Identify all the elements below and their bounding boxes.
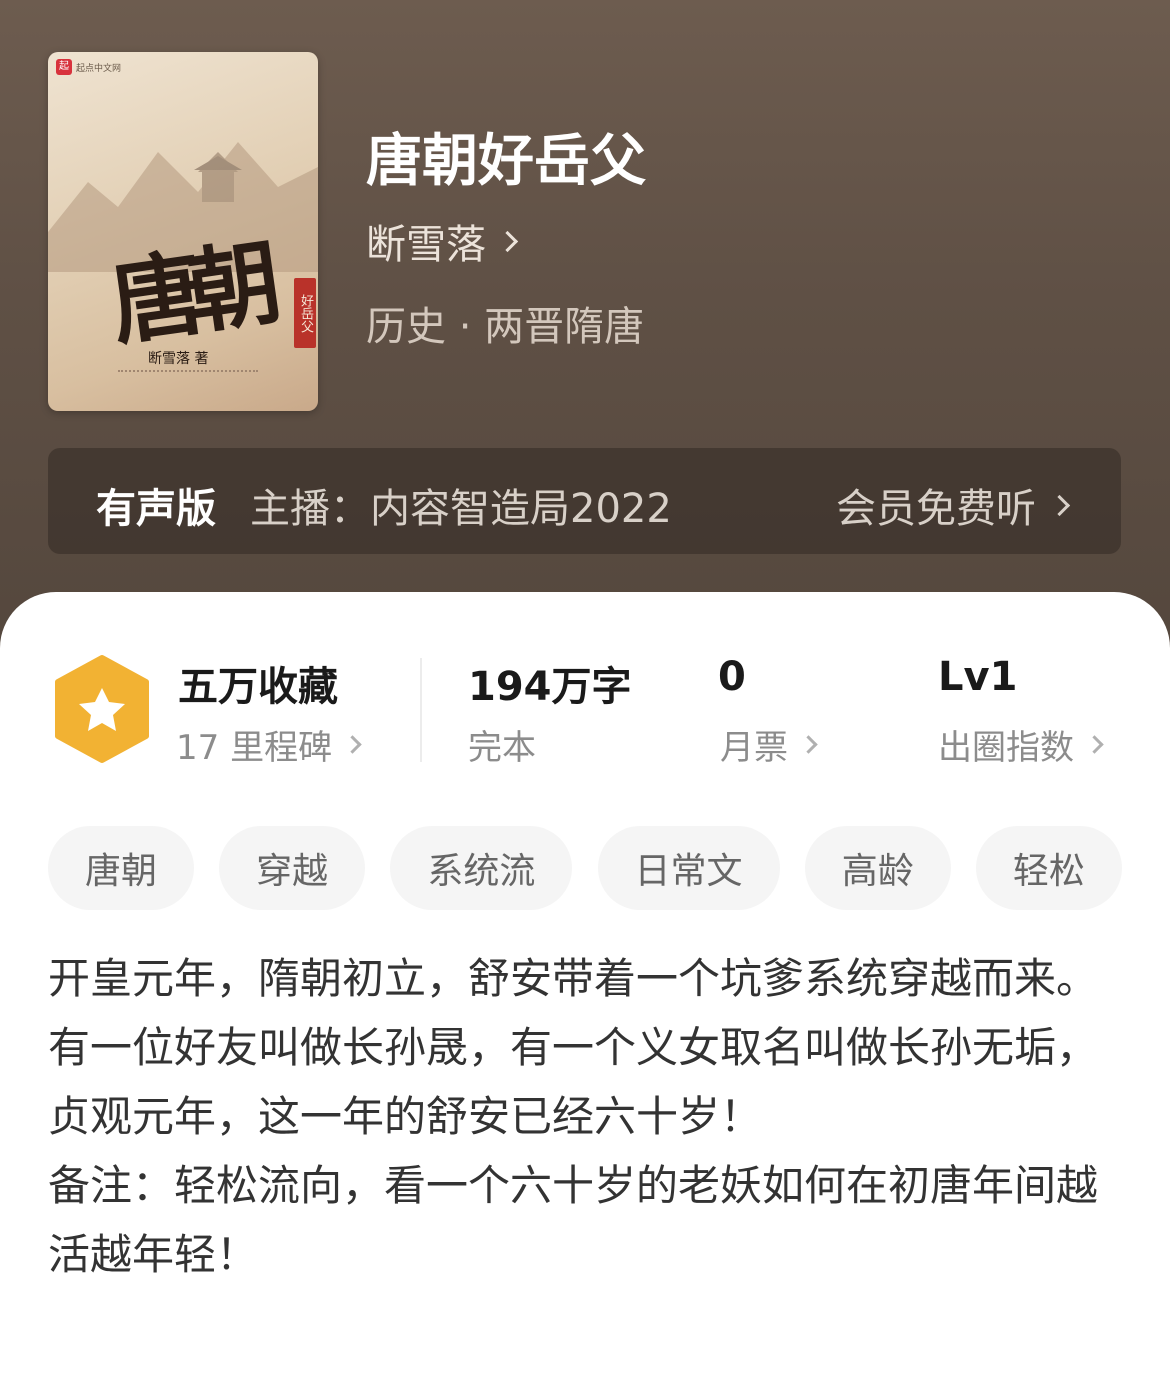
chevron-right-icon: [343, 735, 362, 754]
book-category: 历史 · 两晋隋唐: [366, 304, 645, 350]
completion-label: 完本: [468, 728, 536, 768]
description-paragraph: 备注：轻松流向，看一个六十岁的老妖如何在初唐年间越活越年轻！: [48, 1161, 1099, 1279]
stats-divider: [420, 658, 422, 762]
audio-edition-bar[interactable]: 有声版 主播：内容智造局2022 会员免费听: [48, 448, 1121, 554]
member-listen-button[interactable]: 会员免费听: [836, 476, 1071, 534]
book-cover[interactable]: 起 起点中文网 唐朝 好岳父 断雪落 著: [48, 52, 318, 411]
favorites-value: 五万收藏: [178, 664, 338, 710]
popularity-link[interactable]: 出圈指数: [938, 720, 1104, 769]
milestones-link[interactable]: 17 里程碑: [176, 720, 362, 769]
tag-chip[interactable]: 穿越: [219, 826, 366, 910]
monthly-ticket-value: 0: [718, 654, 746, 700]
tag-chip[interactable]: 高龄: [804, 826, 951, 910]
book-title: 唐朝好岳父: [366, 129, 646, 194]
tag-chip[interactable]: 唐朝: [48, 826, 194, 910]
cover-author: 断雪落 著: [148, 351, 209, 367]
audio-label: 有声版: [96, 486, 216, 532]
description-paragraph: 有一位好友叫做长孙晟，有一个义女取名叫做长孙无垢，贞观元年，这一年的舒安已经六十…: [48, 1023, 1099, 1141]
chevron-right-icon: [496, 230, 519, 252]
audio-host: 主播：内容智造局2022: [250, 486, 672, 532]
book-header: 起 起点中文网 唐朝 好岳父 断雪落 著 唐朝好岳父 断雪落 历史 · 两晋隋唐…: [0, 0, 1170, 660]
publisher-name: 起点中文网: [76, 63, 122, 74]
favorites-star-icon: [55, 655, 149, 763]
monthly-ticket-link[interactable]: 月票: [720, 720, 818, 769]
chevron-right-icon: [1085, 735, 1104, 754]
description-paragraph: 开皇元年，隋朝初立，舒安带着一个坑爹系统穿越而来。: [48, 954, 1099, 1003]
tag-chip[interactable]: 日常文: [597, 826, 780, 910]
member-listen-label: 会员免费听: [836, 486, 1036, 532]
stats-row: 五万收藏 17 里程碑 194万字 完本 0 月票 Lv1 出圈指数: [0, 592, 1170, 792]
cover-calligraphy: 唐朝: [104, 229, 274, 359]
cover-divider: [118, 370, 258, 372]
book-detail-sheet: 五万收藏 17 里程碑 194万字 完本 0 月票 Lv1 出圈指数 唐朝 穿越…: [0, 592, 1170, 1374]
author-link[interactable]: 断雪落: [366, 212, 519, 270]
monthly-ticket-label: 月票: [720, 728, 788, 768]
popularity-value: Lv1: [938, 654, 1018, 700]
word-count-value: 194万字: [468, 664, 632, 710]
tag-chip[interactable]: 系统流: [390, 826, 573, 910]
milestones-label: 17 里程碑: [176, 728, 333, 768]
author-name: 断雪落: [366, 222, 486, 268]
tag-chip[interactable]: 轻松: [975, 826, 1122, 910]
chevron-right-icon: [799, 735, 818, 754]
publisher-badge: 起 起点中文网: [56, 58, 121, 76]
tag-list: 唐朝 穿越 系统流 日常文 高龄 轻松: [48, 826, 1122, 910]
chevron-right-icon: [1048, 494, 1071, 516]
publisher-logo-icon: 起: [56, 59, 72, 75]
completion-status: 完本: [468, 720, 536, 769]
book-description[interactable]: 开皇元年，隋朝初立，舒安带着一个坑爹系统穿越而来。 有一位好友叫做长孙晟，有一个…: [48, 944, 1122, 1289]
cover-seal: 好岳父: [294, 278, 316, 348]
popularity-label: 出圈指数: [938, 728, 1074, 768]
